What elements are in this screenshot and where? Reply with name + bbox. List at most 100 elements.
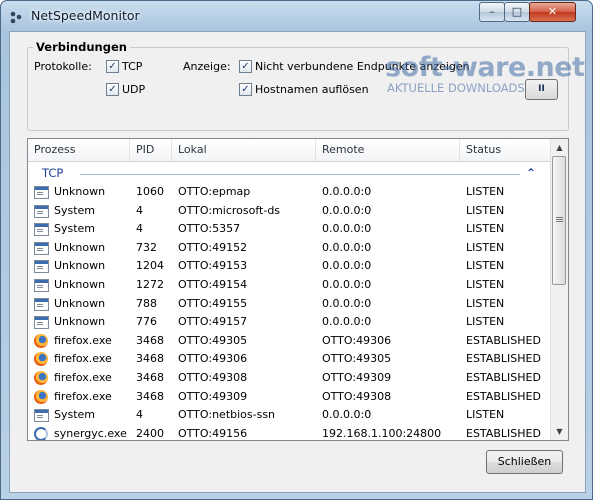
- system-window-icon: [34, 315, 49, 330]
- pid-cell: 1204: [136, 259, 164, 273]
- status-cell: LISTEN: [466, 296, 505, 310]
- table-row[interactable]: firefox.exe 3468 OTTO:49309 OTTO:49308 E…: [28, 388, 550, 407]
- pid-cell: 2400: [136, 426, 164, 440]
- status-cell: ESTABLISHED: [466, 352, 541, 366]
- column-header-status[interactable]: Status: [460, 139, 550, 161]
- table-row[interactable]: Unknown 1204 OTTO:49153 0.0.0.0:0 LISTEN: [28, 257, 550, 276]
- remote-cell: 0.0.0.0:0: [322, 240, 372, 254]
- table-row[interactable]: System 4 OTTO:microsoft-ds 0.0.0.0:0 LIS…: [28, 202, 550, 221]
- remote-cell: OTTO:49306: [322, 333, 392, 347]
- process-cell: firefox.exe: [54, 389, 112, 403]
- tcp-group-header[interactable]: TCP ⌃: [28, 164, 550, 182]
- remote-cell: OTTO:49309: [322, 370, 392, 384]
- remote-cell: 0.0.0.0:0: [322, 185, 372, 198]
- resolve-hostnames-label: Hostnamen auflösen: [255, 83, 369, 96]
- process-cell: firefox.exe: [54, 370, 112, 384]
- tcp-group-name: TCP: [42, 166, 64, 180]
- pid-cell: 4: [136, 203, 143, 217]
- process-cell: System: [54, 408, 96, 422]
- client-area: Verbindungen Protokolle: ✓ TCP ✓ UDP Anz…: [9, 31, 586, 493]
- table-row[interactable]: firefox.exe 3468 OTTO:49305 OTTO:49306 E…: [28, 332, 550, 351]
- pid-cell: 788: [136, 296, 157, 310]
- status-cell: LISTEN: [466, 240, 505, 254]
- process-cell: Unknown: [54, 296, 106, 310]
- table-row[interactable]: Unknown 1060 OTTO:epmap 0.0.0.0:0 LISTEN: [28, 183, 550, 202]
- remote-cell: 0.0.0.0:0: [322, 259, 372, 273]
- local-cell: OTTO:49156: [178, 426, 248, 440]
- process-cell: System: [54, 203, 96, 217]
- window-title: NetSpeedMonitor: [31, 8, 140, 23]
- synergy-icon: [34, 426, 48, 440]
- column-header-pid[interactable]: PID: [130, 139, 172, 161]
- remote-cell: 0.0.0.0:0: [322, 277, 372, 291]
- rows-container: Unknown 1060 OTTO:epmap 0.0.0.0:0 LISTEN…: [28, 183, 550, 440]
- status-cell: LISTEN: [466, 277, 505, 291]
- tcp-checkbox[interactable]: ✓ TCP: [106, 60, 142, 73]
- process-cell: firefox.exe: [54, 333, 112, 347]
- table-row[interactable]: Unknown 776 OTTO:49157 0.0.0.0:0 LISTEN: [28, 313, 550, 332]
- firefox-icon: [34, 352, 48, 367]
- close-button[interactable]: Schließen: [486, 450, 563, 474]
- process-cell: Unknown: [54, 277, 106, 291]
- scroll-up-icon[interactable]: ▲: [551, 139, 568, 156]
- pause-button[interactable]: II: [525, 79, 558, 100]
- pid-cell: 3468: [136, 370, 164, 384]
- udp-checkbox-label: UDP: [122, 83, 146, 96]
- show-unconnected-checkbox[interactable]: ✓ Nicht verbundene Endpunkte anzeigen: [239, 60, 470, 73]
- local-cell: OTTO:netbios-ssn: [178, 408, 276, 422]
- local-cell: OTTO:49309: [178, 389, 248, 403]
- pid-cell: 4: [136, 408, 143, 422]
- connections-list[interactable]: Prozess PID Lokal Remote Status TCP ⌃ Un…: [27, 138, 569, 441]
- status-cell: LISTEN: [466, 315, 505, 329]
- status-cell: LISTEN: [466, 203, 505, 217]
- network-app-icon: [10, 11, 22, 24]
- title-bar[interactable]: NetSpeedMonitor – □ ✕: [1, 1, 592, 31]
- close-window-button[interactable]: ✕: [529, 2, 576, 22]
- table-row[interactable]: firefox.exe 3468 OTTO:49306 OTTO:49305 E…: [28, 350, 550, 369]
- table-row[interactable]: Unknown 732 OTTO:49152 0.0.0.0:0 LISTEN: [28, 239, 550, 258]
- process-cell: System: [54, 222, 96, 236]
- udp-checkbox[interactable]: ✓ UDP: [106, 83, 145, 96]
- group-divider: [80, 174, 520, 175]
- system-window-icon: [34, 204, 49, 218]
- remote-cell: 0.0.0.0:0: [322, 408, 372, 422]
- remote-cell: 0.0.0.0:0: [322, 203, 372, 217]
- connections-group-title: Verbindungen: [33, 40, 130, 54]
- pid-cell: 3468: [136, 333, 164, 347]
- column-header-remote[interactable]: Remote: [316, 139, 460, 161]
- local-cell: OTTO:49308: [178, 370, 248, 384]
- scroll-down-icon[interactable]: ▼: [551, 423, 568, 440]
- table-row[interactable]: firefox.exe 3468 OTTO:49308 OTTO:49309 E…: [28, 369, 550, 388]
- firefox-icon: [34, 389, 48, 404]
- table-row[interactable]: synergyc.exe 2400 OTTO:49156 192.168.1.1…: [28, 425, 550, 440]
- process-cell: Unknown: [54, 185, 106, 198]
- protocols-label: Protokolle:: [34, 60, 92, 73]
- column-header-process[interactable]: Prozess: [28, 139, 130, 161]
- resolve-hostnames-check-icon: ✓: [239, 83, 252, 96]
- remote-cell: 0.0.0.0:0: [322, 296, 372, 310]
- maximize-button[interactable]: □: [504, 2, 530, 22]
- pid-cell: 1272: [136, 277, 164, 291]
- resolve-hostnames-checkbox[interactable]: ✓ Hostnamen auflösen: [239, 83, 369, 96]
- column-header-local[interactable]: Lokal: [172, 139, 316, 161]
- vertical-scrollbar[interactable]: ▲ ▼: [550, 139, 568, 440]
- firefox-icon: [34, 370, 48, 385]
- system-window-icon: [34, 241, 49, 255]
- tcp-checkbox-label: TCP: [122, 60, 143, 73]
- chevron-up-icon[interactable]: ⌃: [526, 166, 536, 180]
- remote-cell: 0.0.0.0:0: [322, 315, 372, 329]
- table-row[interactable]: Unknown 1272 OTTO:49154 0.0.0.0:0 LISTEN: [28, 276, 550, 295]
- local-cell: OTTO:49155: [178, 296, 248, 310]
- table-row[interactable]: System 4 OTTO:5357 0.0.0.0:0 LISTEN: [28, 220, 550, 239]
- process-cell: firefox.exe: [54, 352, 112, 366]
- status-cell: LISTEN: [466, 185, 505, 198]
- table-row[interactable]: Unknown 788 OTTO:49155 0.0.0.0:0 LISTEN: [28, 295, 550, 314]
- minimize-button[interactable]: –: [479, 2, 505, 22]
- status-cell: ESTABLISHED: [466, 426, 541, 440]
- local-cell: OTTO:49152: [178, 240, 248, 254]
- process-cell: Unknown: [54, 315, 106, 329]
- system-window-icon: [34, 297, 49, 311]
- table-row[interactable]: System 4 OTTO:netbios-ssn 0.0.0.0:0 LIST…: [28, 406, 550, 425]
- scrollbar-thumb[interactable]: [552, 156, 566, 285]
- display-label: Anzeige:: [183, 60, 231, 73]
